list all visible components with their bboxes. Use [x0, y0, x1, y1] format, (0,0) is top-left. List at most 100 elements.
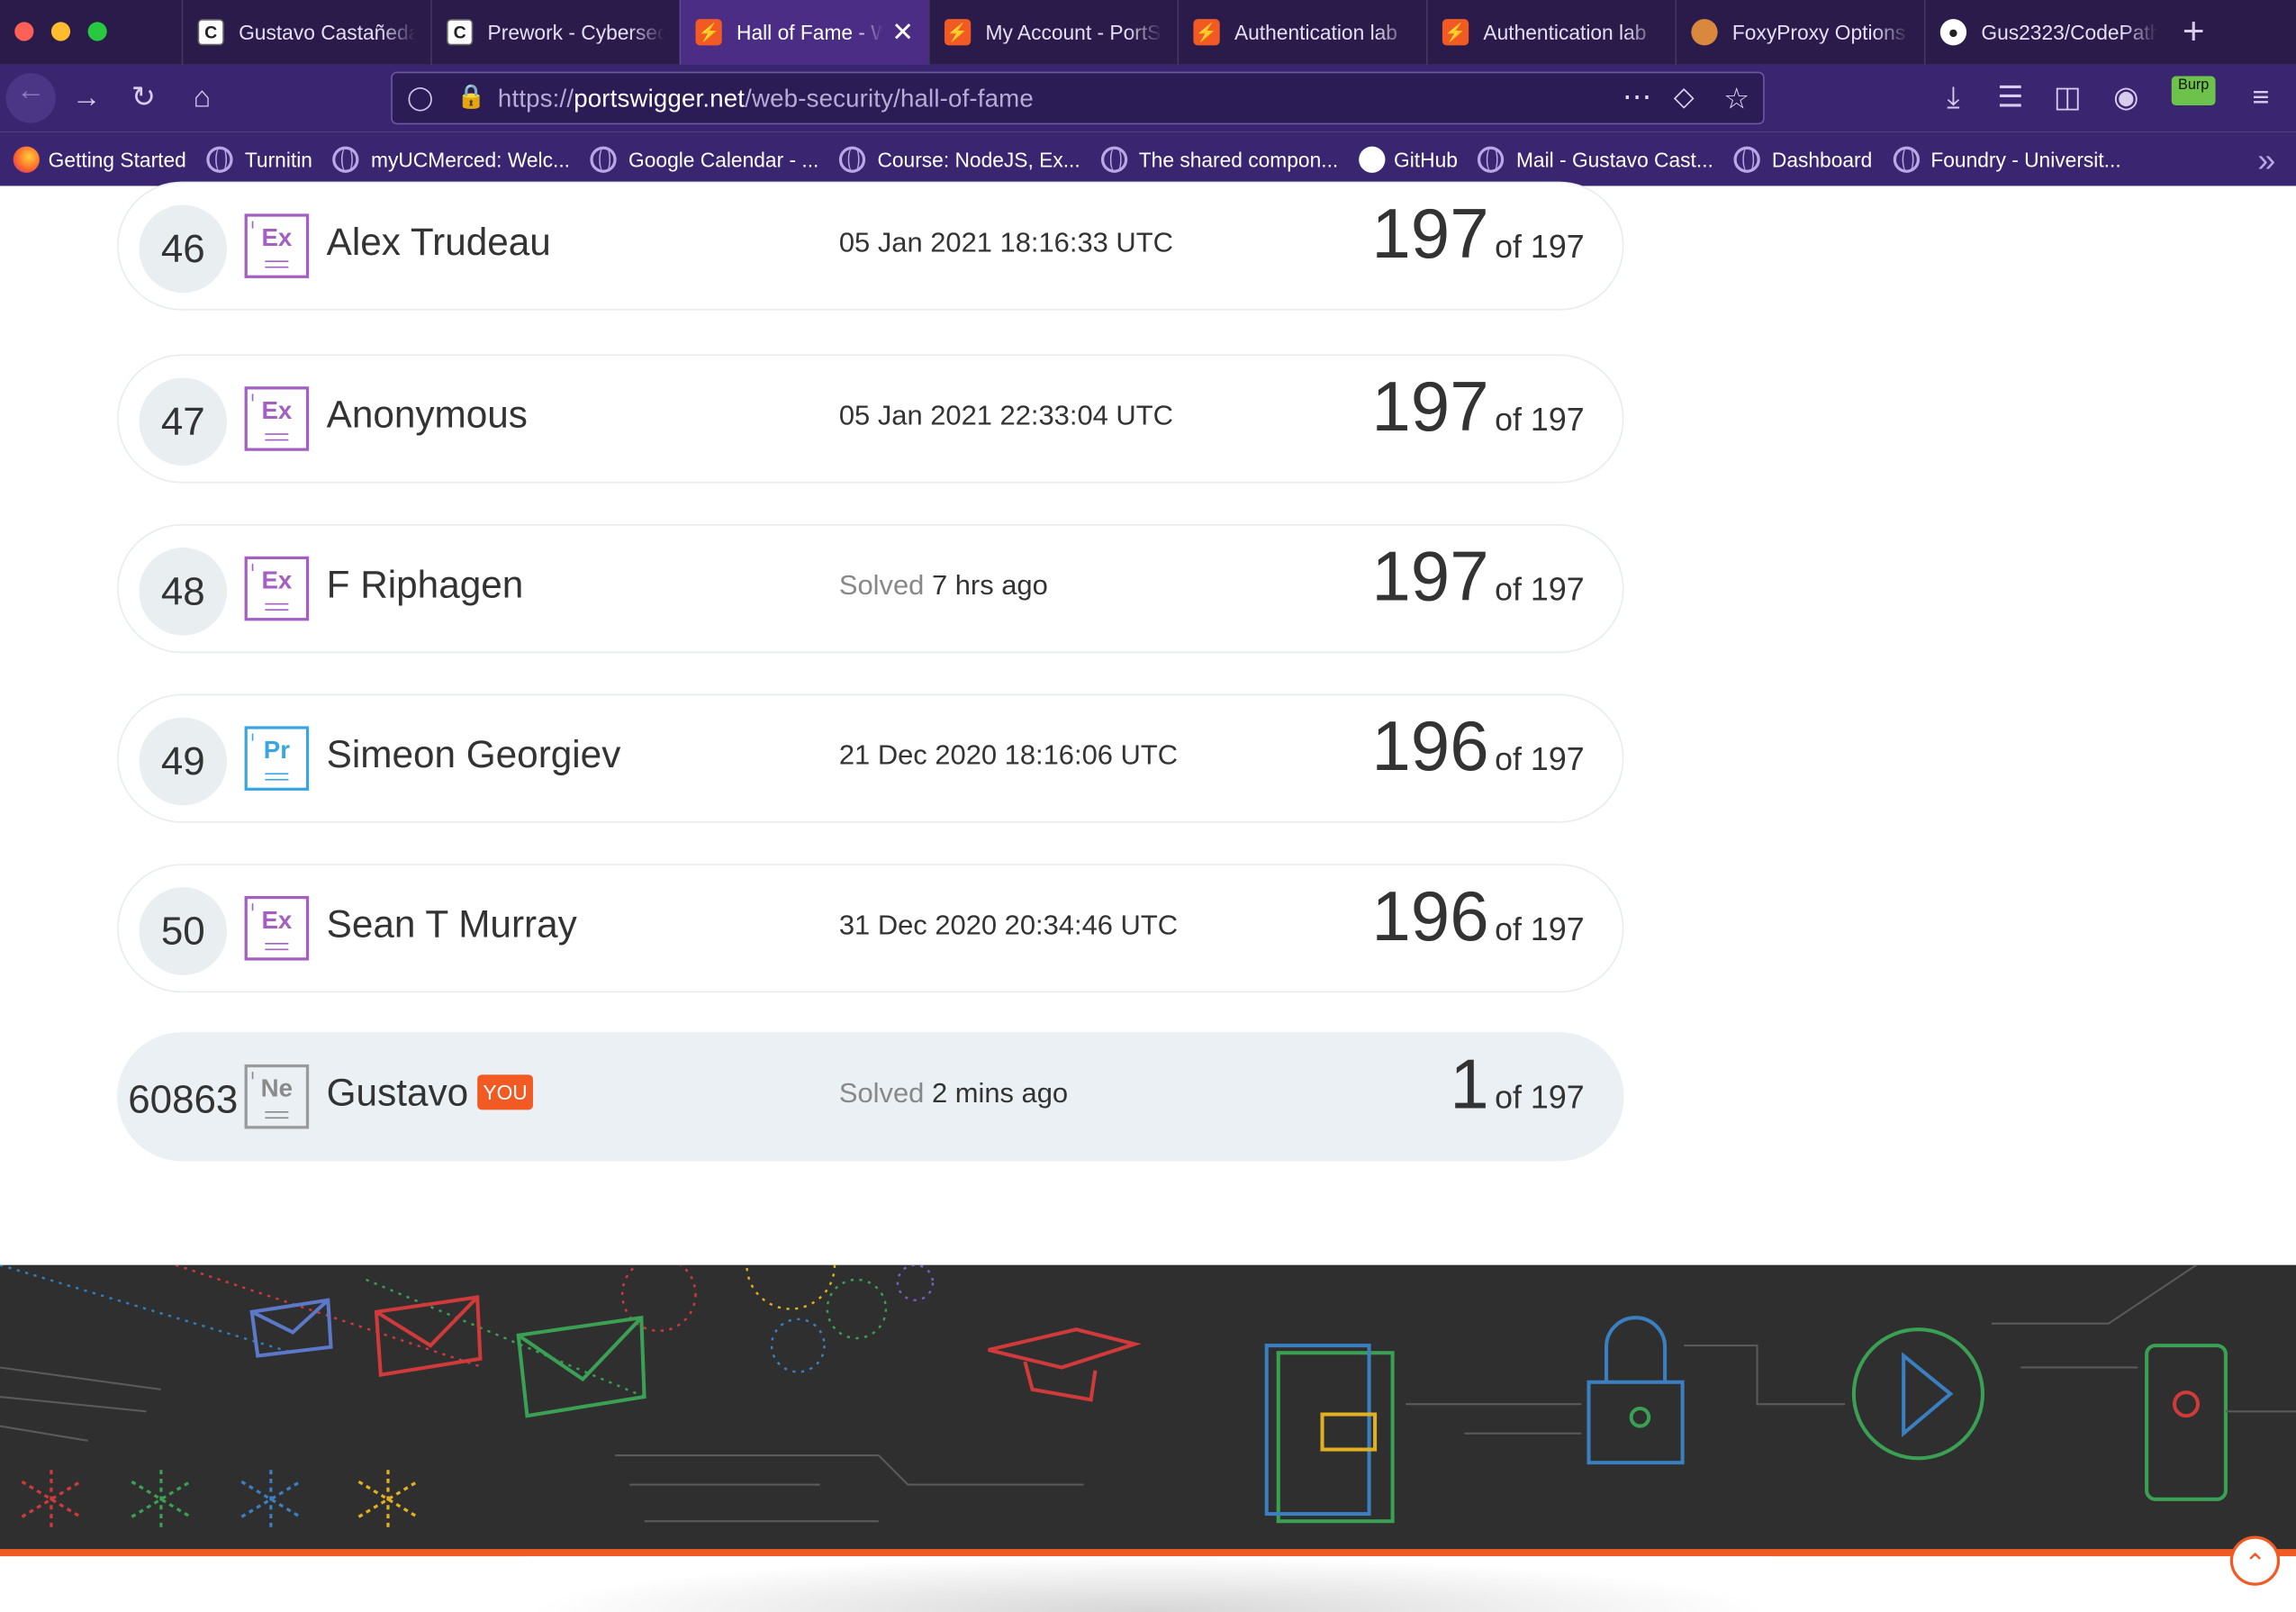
bookmark-item[interactable]: Mail - Gustavo Cast... [1478, 145, 1713, 173]
back-button[interactable]: ← [5, 73, 56, 123]
tab-title: Hall of Fame - Web Security [737, 20, 882, 44]
new-tab-button[interactable]: + [2172, 12, 2216, 53]
you-badge: YOU [476, 1074, 534, 1110]
leaderboard-row: 50 Ex Sean T Murray 31 Dec 2020 20:34:46 UT… [117, 864, 1624, 993]
menu-icon[interactable]: ≡ [2243, 80, 2278, 115]
globe-icon [590, 145, 618, 173]
tab-0[interactable]: C Gustavo Castañeda [181, 0, 430, 65]
more-bookmarks-icon[interactable]: » [2257, 142, 2275, 180]
globe-icon [1733, 145, 1760, 173]
rank-number: 47 [139, 377, 228, 466]
date-value: 31 Dec 2020 20:34:46 UTC [838, 910, 1179, 942]
bottom-shadow [527, 1556, 1772, 1612]
player-name-text: Anonymous [326, 392, 528, 437]
date-value: 05 Jan 2021 22:33:04 UTC [838, 401, 1173, 432]
library-icon[interactable]: ☰ [1993, 80, 2028, 115]
tab-5[interactable]: ⚡ Authentication lab [1425, 0, 1675, 65]
footer-accent-line [0, 1549, 2296, 1557]
score: 196 of 197 [1371, 877, 1584, 957]
globe-icon [1100, 145, 1127, 173]
leaderboard-row: 49 Pr Simeon Georgiev 21 Dec 2020 18:16:06 … [117, 693, 1624, 823]
browser-tab-bar: C Gustavo Castañeda C Prework - Cybersecuri… [0, 0, 2296, 65]
reload-button[interactable]: ↻ [126, 80, 161, 115]
globe-icon [1893, 145, 1920, 173]
globe-icon [332, 145, 359, 173]
rank-number: 48 [139, 548, 228, 636]
bookmark-item[interactable]: GitHub [1359, 145, 1458, 173]
url-text[interactable]: https://portswigger.net/web-security/hal… [498, 85, 1034, 114]
bookmark-label: Turnitin [244, 147, 312, 171]
score-value: 197 [1371, 195, 1489, 275]
account-icon[interactable]: ◉ [2109, 80, 2144, 115]
bookmark-item[interactable]: Turnitin [206, 145, 312, 173]
score: 196 of 197 [1371, 707, 1584, 787]
tab-1[interactable]: C Prework - Cybersecurity [430, 0, 679, 65]
tab-title: Authentication lab [1234, 20, 1397, 44]
completion-date: Solved 2 mins ago [839, 1079, 1068, 1111]
player-name-text: Sean T Murray [326, 901, 577, 946]
tab-3[interactable]: ⚡ My Account - PortSwigger [928, 0, 1177, 65]
score-value: 1 [1450, 1046, 1489, 1125]
level-badge-icon: Ex [244, 386, 310, 451]
bookmark-label: GitHub [1394, 147, 1458, 171]
bookmark-star-icon[interactable]: ☆ [1723, 80, 1749, 117]
score: 197 of 197 [1371, 367, 1584, 448]
score-total: of 197 [1495, 401, 1585, 439]
url-bar[interactable]: ◯ 🔒 https://portswigger.net/web-security… [391, 71, 1765, 125]
forward-button[interactable]: → [68, 80, 104, 115]
leaderboard-row-you: 60863 Ne Gustavo YOU Solved 2 mins ago 1 of 19… [117, 1032, 1624, 1162]
level-badge-icon: Pr [244, 726, 310, 791]
bookmark-label: myUCMerced: Welc... [371, 147, 570, 171]
completion-date: 05 Jan 2021 22:33:04 UTC [839, 401, 1173, 433]
envelope-icon [374, 1295, 483, 1377]
graduation-cap-icon [988, 1327, 1142, 1402]
downloads-icon[interactable]: ⤓ [1936, 80, 1971, 115]
tab-4[interactable]: ⚡ Authentication lab [1177, 0, 1426, 65]
bookmark-item[interactable]: Getting Started [13, 145, 186, 173]
bookmark-item[interactable]: myUCMerced: Welc... [332, 145, 570, 173]
score-total: of 197 [1495, 740, 1585, 778]
scroll-to-top-button[interactable]: ⌃ [2229, 1535, 2281, 1586]
minimize-window-button[interactable] [50, 22, 71, 41]
hall-of-fame-page: 46 Ex Alex Trudeau 05 Jan 2021 18:16:33 UTC… [0, 181, 2296, 1265]
tab-title: Gus2323/CodePath [1981, 20, 2159, 44]
globe-icon [1478, 145, 1505, 173]
tab-7[interactable]: ● Gus2323/CodePath [1923, 0, 2173, 65]
page-actions-icon[interactable]: ⋯ [1623, 79, 1652, 116]
pocket-icon[interactable]: ◇ [1674, 82, 1695, 113]
date-value: 2 mins ago [931, 1079, 1069, 1110]
codepath-icon: C [197, 19, 224, 46]
bookmark-label: Getting Started [48, 147, 186, 171]
date-value: 7 hrs ago [931, 571, 1048, 602]
bookmark-item[interactable]: The shared compon... [1100, 145, 1339, 173]
home-button[interactable]: ⌂ [185, 80, 220, 115]
completion-date: 21 Dec 2020 18:16:06 UTC [839, 741, 1178, 774]
bookmark-item[interactable]: Course: NodeJS, Ex... [839, 145, 1080, 173]
player-name: Sean T Murray [327, 901, 577, 946]
bookmark-item[interactable]: Foundry - Universit... [1893, 145, 2121, 173]
tab-2[interactable]: ⚡ Hall of Fame - Web Security ✕ [679, 0, 929, 65]
bookmark-label: The shared compon... [1138, 147, 1339, 171]
shield-icon[interactable]: ◯ [407, 84, 433, 113]
zoom-window-button[interactable] [87, 22, 107, 41]
tab-strip: C Gustavo Castañeda C Prework - Cybersecuri… [181, 0, 2174, 65]
sidebar-icon[interactable]: ◫ [2050, 80, 2085, 115]
burp-extension-icon[interactable]: Burp [2171, 76, 2216, 106]
bookmark-label: Foundry - Universit... [1930, 147, 2121, 171]
lock-icon[interactable]: 🔒 [456, 82, 485, 112]
bookmark-item[interactable]: Dashboard [1733, 145, 1872, 173]
player-name: Alex Trudeau [327, 220, 551, 265]
player-name: F Riphagen [327, 562, 524, 607]
leaderboard-row: 47 Ex Anonymous 05 Jan 2021 22:33:04 UTC 197… [117, 354, 1624, 484]
tab-6[interactable]: FoxyProxy Options [1675, 0, 1923, 65]
close-tab-icon[interactable]: ✕ [891, 17, 914, 48]
phone-icon [2145, 1344, 2228, 1501]
footer-illustration [0, 1264, 2296, 1553]
play-button-icon [1851, 1327, 1985, 1461]
leaderboard-row: 46 Ex Alex Trudeau 05 Jan 2021 18:16:33 UTC… [117, 181, 1624, 311]
close-window-button[interactable] [14, 22, 34, 41]
score-total: of 197 [1495, 910, 1585, 947]
score: 197 of 197 [1371, 538, 1584, 618]
bookmark-item[interactable]: Google Calendar - ... [590, 145, 818, 173]
portswigger-icon: ⚡ [944, 19, 972, 46]
